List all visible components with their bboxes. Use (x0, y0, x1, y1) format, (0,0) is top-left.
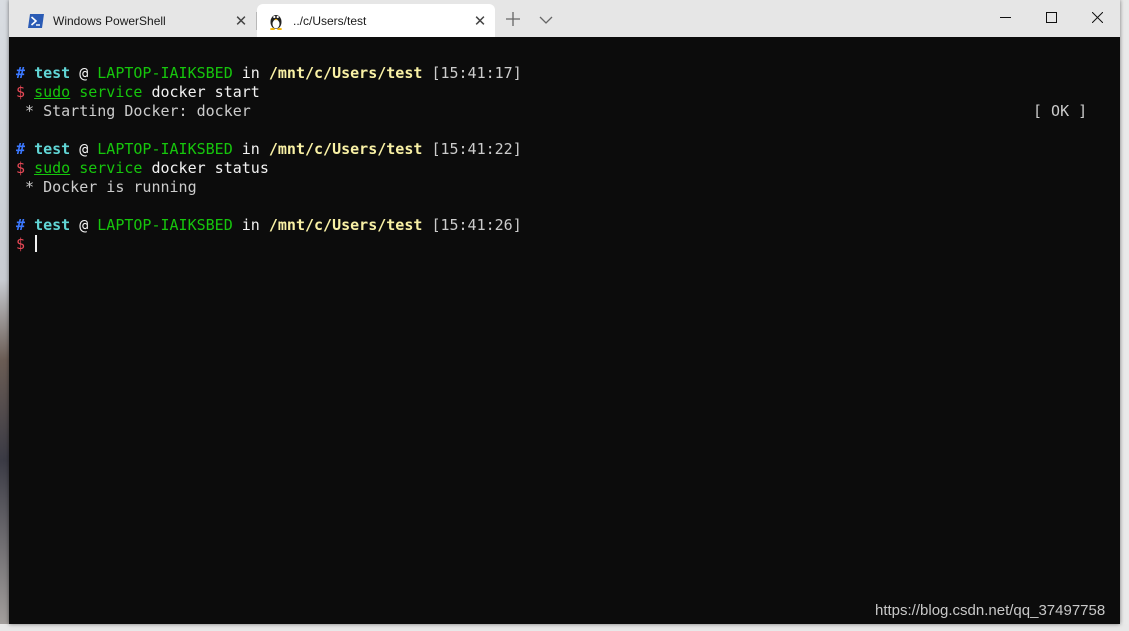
prompt-in: in (241, 64, 260, 82)
command-sudo: sudo (34, 83, 71, 101)
tab-label: ../c/Users/test (293, 13, 367, 28)
prompt-path: /mnt/c/Users/test (268, 140, 423, 158)
prompt-user: test (34, 216, 71, 234)
title-bar[interactable]: Windows PowerShell ✕ ../c/Users/test ✕ (9, 0, 1120, 37)
prompt-host: LAPTOP-IAIKSBED (97, 216, 233, 234)
minimize-icon (999, 10, 1011, 28)
command-args: docker status (151, 159, 269, 177)
tab-close-icon[interactable]: ✕ (469, 12, 491, 30)
terminal-area[interactable]: # test @ LAPTOP-IAIKSBED in /mnt/c/Users… (9, 37, 1120, 624)
output-line: * Starting Docker: docker (16, 102, 251, 120)
desktop-background-left (0, 0, 9, 631)
tab-dropdown-button[interactable] (532, 7, 560, 33)
prompt-time: [15:41:17] (431, 64, 522, 82)
output-line: * Docker is running (16, 178, 197, 196)
prompt-line: # test @ LAPTOP-IAIKSBED in /mnt/c/Users… (16, 140, 522, 159)
prompt-host: LAPTOP-IAIKSBED (97, 64, 233, 82)
prompt-line: # test @ LAPTOP-IAIKSBED in /mnt/c/Users… (16, 64, 522, 83)
prompt-at: @ (79, 64, 89, 82)
prompt-time: [15:41:22] (431, 140, 522, 158)
prompt-at: @ (79, 140, 89, 158)
command-args: docker start (151, 83, 260, 101)
prompt-hash: # (16, 64, 26, 82)
text-cursor (35, 235, 38, 252)
desktop-background-right (1120, 0, 1129, 631)
tab-label: Windows PowerShell (53, 13, 166, 28)
watermark: https://blog.csdn.net/qq_37497758 (875, 602, 1106, 619)
prompt-hash: # (16, 216, 26, 234)
close-window-button[interactable] (1074, 0, 1120, 37)
prompt-dollar: $ (16, 235, 26, 253)
command-line[interactable]: $ (16, 235, 38, 254)
prompt-user: test (34, 64, 71, 82)
minimize-button[interactable] (982, 0, 1028, 37)
prompt-path: /mnt/c/Users/test (268, 64, 423, 82)
new-tab-button[interactable] (499, 7, 527, 33)
command-line: $ sudo service docker status (16, 159, 269, 178)
linux-penguin-icon (267, 12, 285, 30)
prompt-user: test (34, 140, 71, 158)
command-service: service (79, 83, 143, 101)
tab-windows-powershell[interactable]: Windows PowerShell ✕ (17, 4, 256, 37)
tab-close-icon[interactable]: ✕ (230, 12, 252, 30)
prompt-host: LAPTOP-IAIKSBED (97, 140, 233, 158)
ok-status: [ OK ] (1033, 102, 1088, 120)
prompt-path: /mnt/c/Users/test (268, 216, 423, 234)
windows-terminal-window: Windows PowerShell ✕ ../c/Users/test ✕ #… (9, 0, 1120, 624)
tab-ubuntu[interactable]: ../c/Users/test ✕ (257, 4, 495, 37)
chevron-down-icon (539, 11, 553, 29)
plus-icon (506, 9, 520, 32)
prompt-in: in (241, 140, 260, 158)
prompt-in: in (241, 216, 260, 234)
command-service: service (79, 159, 143, 177)
desktop-background-bottom (0, 624, 1129, 631)
prompt-dollar: $ (16, 159, 26, 177)
prompt-line: # test @ LAPTOP-IAIKSBED in /mnt/c/Users… (16, 216, 522, 235)
close-icon (1091, 10, 1103, 28)
prompt-time: [15:41:26] (431, 216, 522, 234)
command-sudo: sudo (34, 159, 71, 177)
command-line: $ sudo service docker start (16, 83, 260, 102)
maximize-button[interactable] (1028, 0, 1074, 37)
prompt-hash: # (16, 140, 26, 158)
prompt-dollar: $ (16, 83, 26, 101)
maximize-icon (1045, 10, 1057, 28)
prompt-at: @ (79, 216, 89, 234)
powershell-icon (27, 12, 45, 30)
